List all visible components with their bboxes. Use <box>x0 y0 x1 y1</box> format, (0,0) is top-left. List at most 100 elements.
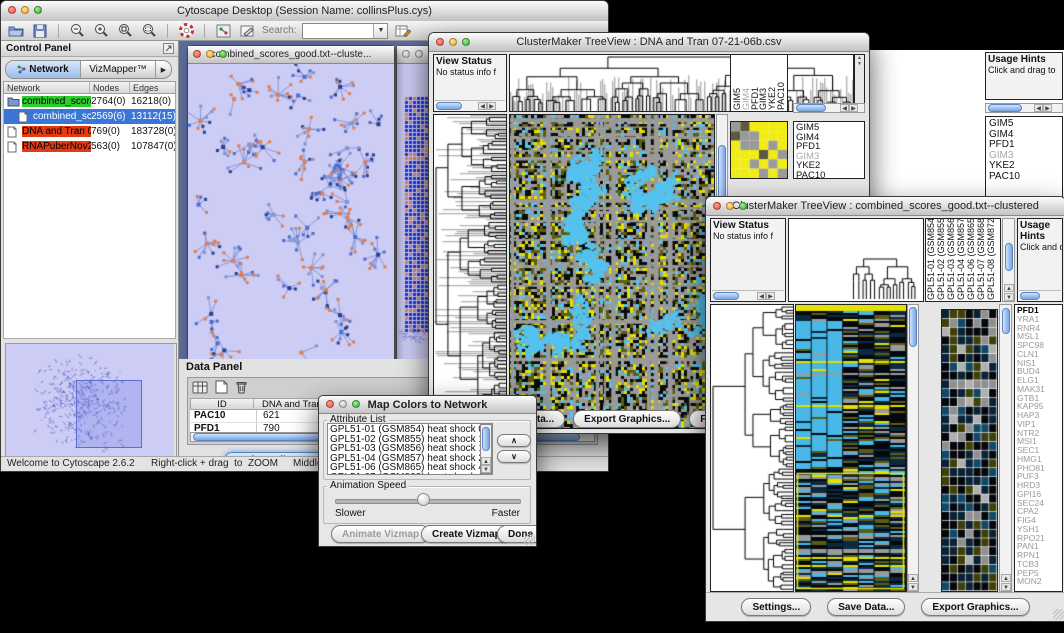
zoom-window-icon[interactable] <box>352 400 360 408</box>
network-tree-row[interactable]: DNA and Tran 07769(0)183728(0) <box>4 124 175 139</box>
close-icon[interactable] <box>193 50 201 58</box>
delete-attribute-icon[interactable] <box>235 380 248 399</box>
col-network[interactable]: Network <box>4 82 90 93</box>
zoom-out-icon[interactable] <box>68 23 86 38</box>
col-edges[interactable]: Edges <box>130 82 175 93</box>
tab-overflow-icon[interactable]: ▶ <box>156 61 171 78</box>
open-file-icon[interactable] <box>7 23 25 38</box>
view-status-hscrollbar[interactable]: ◀ ▶ <box>435 100 505 110</box>
treeview1-titlebar[interactable]: ClusterMaker TreeView : DNA and Tran 07-… <box>429 33 869 52</box>
heatmap-detail-view[interactable] <box>941 309 998 592</box>
minimize-icon[interactable] <box>206 50 214 58</box>
help-icon[interactable] <box>177 23 195 38</box>
dialog-titlebar[interactable]: Map Colors to Network <box>319 396 536 414</box>
network-tree-row[interactable]: combined_sco2569(6)13112(15) <box>4 109 175 124</box>
annotation-icon[interactable] <box>238 23 256 38</box>
export-graphics-button[interactable]: Export Graphics... <box>921 598 1029 616</box>
minimize-icon[interactable] <box>449 38 457 46</box>
row-dendrogram[interactable] <box>433 114 507 429</box>
treeview2-titlebar[interactable]: ClusterMaker TreeView : combined_scores_… <box>706 197 1064 216</box>
scroll-down-icon[interactable]: ▼ <box>855 61 864 67</box>
row-dendrogram[interactable] <box>710 304 794 592</box>
scroll-right-icon[interactable]: ▶ <box>849 104 858 112</box>
resize-grip[interactable] <box>1053 609 1064 620</box>
zoom-in-icon[interactable] <box>92 23 110 38</box>
scroll-down-icon[interactable]: ▼ <box>908 583 918 591</box>
detail-vscrollbar[interactable]: ▲ ▼ <box>999 304 1012 592</box>
zoom-window-icon[interactable] <box>739 202 747 210</box>
usage-hints-title: Usage Hints <box>1018 219 1062 242</box>
zoom-selected-icon[interactable] <box>116 23 134 38</box>
scroll-up-icon[interactable]: ▲ <box>1004 284 1014 292</box>
save-icon[interactable] <box>31 23 49 38</box>
scroll-up-icon[interactable]: ▲ <box>481 457 491 465</box>
detail-hscrollbar[interactable]: ◀ ▶ <box>793 103 865 113</box>
layout-icon[interactable] <box>214 23 232 38</box>
attribute-editor-icon[interactable] <box>394 23 412 38</box>
scroll-left-icon[interactable]: ◀ <box>757 292 766 300</box>
minimize-icon[interactable] <box>339 400 347 408</box>
scroll-down-icon[interactable]: ▼ <box>481 465 491 473</box>
close-icon[interactable] <box>436 38 444 46</box>
attribute-list-vscrollbar[interactable]: ▲ ▼ <box>480 424 492 474</box>
data-col-id[interactable]: ID <box>191 399 254 409</box>
birds-eye-viewport-rect[interactable] <box>76 380 142 448</box>
attribute-select-icon[interactable] <box>192 380 208 399</box>
close-icon[interactable] <box>326 400 334 408</box>
float-panel-icon[interactable] <box>163 43 174 57</box>
minimize-icon[interactable] <box>726 202 734 210</box>
network-tree-row[interactable]: RNAPuberNov2+563(0)107847(0) <box>4 139 175 154</box>
scroll-right-icon[interactable]: ▶ <box>1043 104 1052 112</box>
scroll-up-icon[interactable]: ▲ <box>908 574 918 582</box>
close-icon[interactable] <box>8 6 16 14</box>
heatmap-global-view[interactable] <box>509 114 715 429</box>
view-status-hscrollbar[interactable]: ◀ ▶ <box>712 290 784 300</box>
tab-network[interactable]: Network <box>6 61 81 78</box>
export-graphics-button[interactable]: Export Graphics... <box>573 410 681 428</box>
zoom-window-icon[interactable] <box>34 6 42 14</box>
search-input[interactable] <box>303 24 373 38</box>
move-attribute-down-button[interactable]: ∨ <box>497 450 531 463</box>
col-nodes[interactable]: Nodes <box>90 82 130 93</box>
network-window-a-titlebar[interactable]: combined_scores_good.txt--cluste... <box>188 46 394 64</box>
scroll-left-icon[interactable]: ◀ <box>840 104 849 112</box>
zoom-fit-icon[interactable] <box>140 23 158 38</box>
control-panel: Control Panel Network VizMapper™ ▶ Netwo… <box>1 41 179 457</box>
heatmap-global-view[interactable] <box>795 304 907 592</box>
scroll-left-icon[interactable]: ◀ <box>478 102 487 110</box>
save-data-button[interactable]: Save Data... <box>827 598 905 616</box>
detail-matrix-view[interactable] <box>730 121 788 179</box>
column-labels-vscrollbar[interactable]: ▲ ▼ <box>1002 218 1015 302</box>
resize-grip[interactable] <box>524 534 535 545</box>
usage-hints-hscrollbar[interactable] <box>1019 290 1061 300</box>
move-attribute-up-button[interactable]: ∧ <box>497 434 531 447</box>
tab-vizmapper[interactable]: VizMapper™ <box>81 61 156 78</box>
new-attribute-icon[interactable] <box>215 380 228 399</box>
birds-eye-view[interactable] <box>5 343 177 459</box>
main-titlebar[interactable]: Cytoscape Desktop (Session Name: collins… <box>1 1 608 22</box>
animate-vizmap-button[interactable]: Animate Vizmap <box>331 525 430 543</box>
zoom-window-icon[interactable] <box>219 50 227 58</box>
network-tree-row[interactable]: combined_scores2764(0)16218(0) <box>4 94 175 109</box>
minimize-icon[interactable] <box>415 50 423 58</box>
attribute-list-item[interactable]: GPL51-07 (GSM868) heat shock 60 min <box>330 473 492 475</box>
scroll-left-icon[interactable]: ◀ <box>1034 104 1043 112</box>
network-view-a-canvas[interactable] <box>188 64 392 359</box>
search-dropdown-icon[interactable]: ▼ <box>373 24 387 38</box>
column-dendrogram[interactable] <box>788 218 924 302</box>
scroll-right-icon[interactable]: ▶ <box>487 102 496 110</box>
scroll-up-icon[interactable]: ▲ <box>1001 574 1011 582</box>
scroll-right-icon[interactable]: ▶ <box>766 292 775 300</box>
animation-speed-slider-thumb[interactable] <box>417 493 430 506</box>
minimize-icon[interactable] <box>21 6 29 14</box>
usage-hints-hscrollbar[interactable]: ◀ ▶ <box>985 103 1063 113</box>
settings-button[interactable]: Settings... <box>741 598 811 616</box>
scroll-down-icon[interactable]: ▼ <box>1001 583 1011 591</box>
close-icon[interactable] <box>713 202 721 210</box>
close-icon[interactable] <box>402 50 410 58</box>
zoom-window-icon[interactable] <box>462 38 470 46</box>
desktop: Cytoscape Desktop (Session Name: collins… <box>0 0 1064 633</box>
detail-row-labels: GIM5GIM4PFD1GIM3YKE2PAC10 <box>793 121 865 179</box>
heatmap-vscrollbar[interactable]: ▲ ▼ <box>907 304 919 592</box>
scroll-down-icon[interactable]: ▼ <box>1004 293 1014 301</box>
